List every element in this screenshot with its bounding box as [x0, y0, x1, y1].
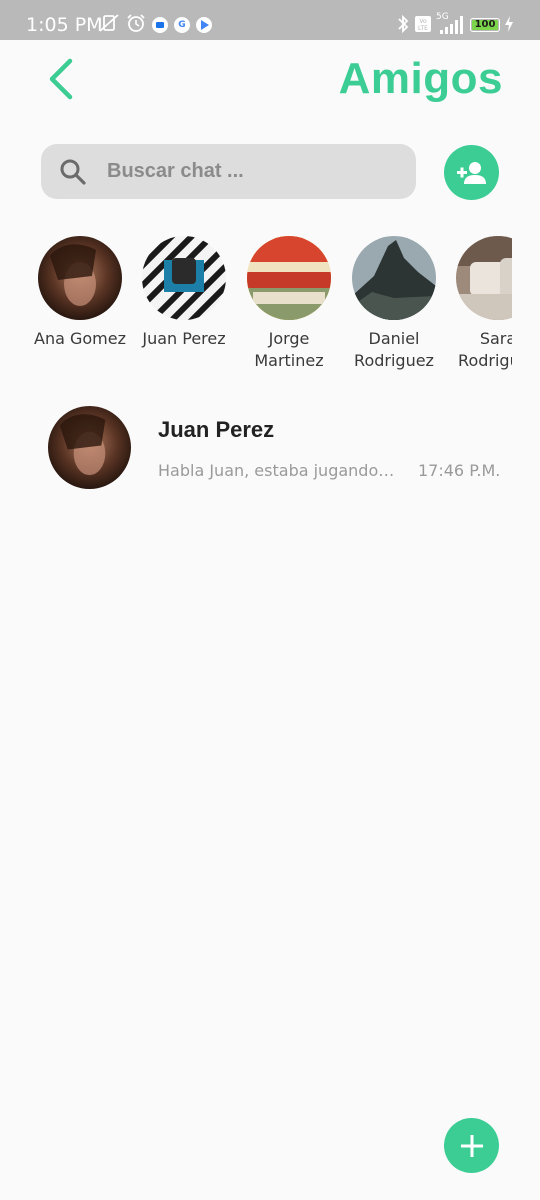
search-bar[interactable] — [41, 144, 416, 199]
status-time: 1:05 PM — [26, 14, 103, 36]
vibrate-off-icon — [98, 13, 120, 37]
chevron-left-icon — [49, 58, 73, 100]
person-add-icon — [456, 161, 486, 184]
chat-last-message: Habla Juan, estaba jugando un juego nuev… — [158, 461, 398, 480]
avatar — [247, 236, 331, 320]
charging-icon — [504, 15, 514, 35]
plus-icon — [460, 1134, 483, 1157]
friend-item[interactable]: Sara Rodriguez — [445, 236, 512, 372]
svg-text:Vo: Vo — [419, 18, 427, 25]
avatar — [456, 236, 512, 320]
friend-name: Ana Gomez — [34, 329, 126, 348]
friends-strip[interactable]: Ana Gomez Juan Perez Jorge Martinez Dani… — [26, 236, 512, 376]
search-icon — [60, 159, 86, 185]
battery-level: 100 — [474, 19, 496, 30]
friend-name: Jorge Martinez — [254, 329, 324, 370]
battery-icon: 100 — [470, 18, 500, 32]
friend-name: Sara Rodriguez — [458, 329, 512, 370]
svg-text:LTE: LTE — [418, 25, 428, 32]
bluetooth-icon — [396, 14, 410, 37]
friend-item[interactable]: Ana Gomez — [27, 236, 133, 350]
google-icon: G — [174, 17, 190, 33]
play-icon — [196, 17, 212, 33]
avatar — [352, 236, 436, 320]
avatar — [142, 236, 226, 320]
status-bar: 1:05 PM G Vo LTE 5G 100 — [0, 0, 540, 40]
chat-list-item[interactable]: Juan Perez Habla Juan, estaba jugando un… — [30, 398, 510, 498]
chat-timestamp: 17:46 P.M. — [418, 461, 501, 480]
volte-icon: Vo LTE — [414, 15, 432, 36]
back-button[interactable] — [42, 56, 82, 102]
alarm-icon — [126, 13, 146, 37]
messages-icon — [152, 17, 168, 33]
signal-icon: 5G — [436, 12, 466, 36]
add-friend-button[interactable] — [444, 145, 499, 200]
friend-item[interactable]: Jorge Martinez — [236, 236, 342, 372]
friend-item[interactable]: Juan Perez — [131, 236, 237, 350]
chat-contact-name: Juan Perez — [158, 417, 275, 442]
system-icons: Vo LTE 5G 100 — [396, 12, 514, 37]
avatar — [48, 406, 131, 489]
page-title: Amigos — [338, 54, 503, 103]
new-chat-button[interactable] — [444, 1118, 499, 1173]
friend-item[interactable]: Daniel Rodriguez — [341, 236, 447, 372]
search-input[interactable] — [107, 144, 397, 199]
friend-name: Daniel Rodriguez — [354, 329, 434, 370]
avatar — [38, 236, 122, 320]
notification-icons: G — [98, 14, 212, 36]
friend-name: Juan Perez — [142, 329, 226, 348]
